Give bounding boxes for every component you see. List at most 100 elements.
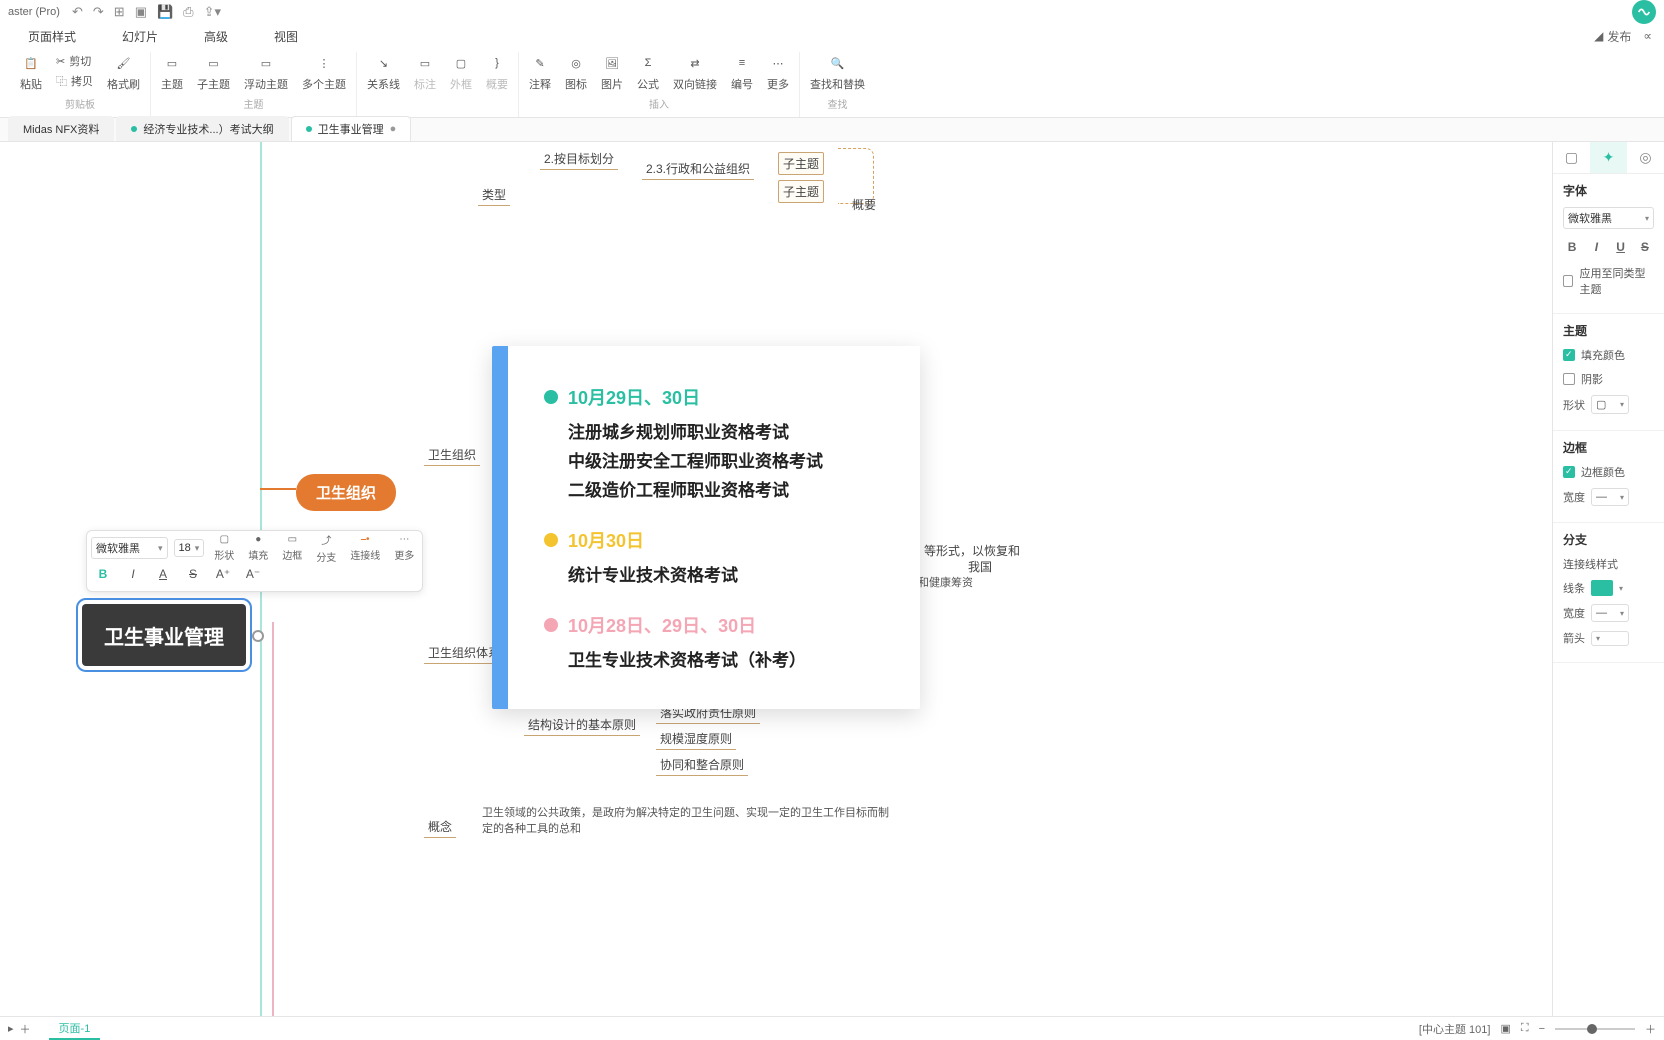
subtopic-button[interactable]: ▭子主题	[197, 52, 230, 92]
node-sub2[interactable]: 子主题	[778, 180, 824, 203]
fullscreen-icon[interactable]: ⛶	[1521, 1022, 1529, 1035]
node-org2[interactable]: 卫生组织	[424, 444, 480, 466]
print-icon[interactable]: ⎙	[183, 4, 193, 20]
doc-tabs: Midas NFX资料 经济专业技术...）考试大纲 卫生事业管理●	[0, 118, 1664, 142]
node-policy-concept[interactable]: 概念	[424, 816, 456, 838]
node-p4[interactable]: 协同和整合原则	[656, 754, 748, 776]
ribbon: 📋粘贴 ✂ 剪切 ⿻ 拷贝 🖌格式刷 剪贴板 ▭主题 ▭子主题 ▭浮动主题 ⋮多…	[0, 48, 1664, 118]
border-button[interactable]: ▢外框	[450, 52, 472, 92]
status-bar: ▸ ＋ 页面-1 [中心主题 101] ▣ ⛶ − ＋	[0, 1016, 1664, 1040]
topic-button[interactable]: ▭主题	[161, 52, 183, 92]
link-button[interactable]: ⇄双向链接	[673, 52, 717, 92]
root-node[interactable]: 卫生事业管理	[82, 604, 246, 666]
tab-exam[interactable]: 经济专业技术...）考试大纲	[116, 116, 288, 141]
panel-italic[interactable]: I	[1587, 237, 1605, 257]
save-icon[interactable]: 💾	[157, 4, 173, 20]
paste-button[interactable]: 📋粘贴	[20, 52, 42, 92]
node-sub1[interactable]: 子主题	[778, 152, 824, 175]
copy-button[interactable]: ⿻ 拷贝	[56, 72, 93, 90]
undo-icon[interactable]: ↶	[72, 4, 83, 20]
menu-icon[interactable]: ▸	[8, 1022, 14, 1035]
border-color-check[interactable]	[1563, 466, 1575, 478]
export-icon[interactable]: ⇪▾	[204, 4, 221, 20]
panel-underline[interactable]: U	[1612, 237, 1630, 257]
border-button2[interactable]: ▭边框	[278, 532, 306, 564]
size-down-button[interactable]: A⁻	[241, 562, 265, 586]
fill-check[interactable]	[1563, 349, 1575, 361]
zoom-slider[interactable]	[1555, 1028, 1635, 1030]
branch-button[interactable]: ⤴分支	[312, 530, 340, 566]
menu-advanced[interactable]: 高级	[204, 28, 228, 45]
format-painter-button[interactable]: 🖌格式刷	[107, 52, 140, 92]
panel-font-select[interactable]: 微软雅黑▾	[1563, 207, 1654, 229]
page-tab[interactable]: 页面-1	[49, 1018, 101, 1040]
node-p3[interactable]: 规模湿度原则	[656, 728, 736, 750]
exam-popup-card[interactable]: 10月29日、30日 注册城乡规划师职业资格考试 中级注册安全工程师职业资格考试…	[492, 346, 920, 709]
share-icon[interactable]: ∝	[1643, 29, 1652, 43]
view-mode-icon[interactable]: ▣	[1500, 1022, 1510, 1035]
app-title: aster (Pro)	[8, 6, 60, 18]
menu-slide[interactable]: 幻灯片	[122, 28, 158, 45]
label-button[interactable]: ▭标注	[414, 52, 436, 92]
node-by-target[interactable]: 2.按目标划分	[540, 148, 618, 170]
image-button[interactable]: 🖼图片	[601, 52, 623, 92]
line-color-swatch[interactable]	[1591, 580, 1613, 596]
node-health-org[interactable]: 卫生组织	[296, 474, 396, 511]
new-icon[interactable]: ⊞	[114, 4, 125, 20]
menu-bar: 页面样式 幻灯片 高级 视图 ◢ 发布 ∝	[0, 24, 1664, 48]
quick-access-toolbar: ↶ ↷ ⊞ ▣ 💾 ⎙ ⇪▾	[72, 4, 221, 20]
panel-tab-outline[interactable]: ▢	[1553, 142, 1590, 173]
arrow-select[interactable]: ▾	[1591, 631, 1629, 646]
italic-button[interactable]: I	[121, 562, 145, 586]
node-type[interactable]: 类型	[478, 184, 510, 206]
root-handle[interactable]	[252, 630, 264, 642]
panel-bold[interactable]: B	[1563, 237, 1581, 257]
bold-button[interactable]: B	[91, 562, 115, 586]
shape-select[interactable]: ▢ ▾	[1591, 395, 1629, 414]
size-up-button[interactable]: A⁺	[211, 562, 235, 586]
font-color-button[interactable]: A	[151, 562, 175, 586]
summary-button[interactable]: }概要	[486, 52, 508, 92]
font-size-select[interactable]: 18▾	[174, 539, 205, 557]
node-summary[interactable]: 概要	[848, 194, 880, 215]
panel-tab-style[interactable]: ✦	[1590, 142, 1627, 173]
node-principle[interactable]: 结构设计的基本原则	[524, 714, 640, 736]
find-replace-button[interactable]: 🔍查找和替换	[810, 52, 865, 92]
number-button[interactable]: ≡编号	[731, 52, 753, 92]
font-family-select[interactable]: 微软雅黑▾	[91, 537, 168, 559]
connector-button[interactable]: ⎯•连接线	[346, 532, 384, 564]
redo-icon[interactable]: ↷	[93, 4, 104, 20]
zoom-in-icon[interactable]: ＋	[1645, 1021, 1656, 1037]
multi-topic-button[interactable]: ⋮多个主题	[302, 52, 346, 92]
add-page-icon[interactable]: ＋	[20, 1021, 31, 1037]
shape-button[interactable]: ▢形状	[210, 532, 238, 564]
tab-midas[interactable]: Midas NFX资料	[8, 116, 114, 141]
panel-strike[interactable]: S	[1636, 237, 1654, 257]
relation-button[interactable]: ↘关系线	[367, 52, 400, 92]
branch-width-select[interactable]: — ▾	[1591, 604, 1629, 622]
menu-page-style[interactable]: 页面样式	[28, 28, 76, 45]
float-topic-button[interactable]: ▭浮动主题	[244, 52, 288, 92]
more-button[interactable]: ⋯更多	[767, 52, 789, 92]
shadow-check[interactable]	[1563, 373, 1575, 385]
floating-toolbar: 微软雅黑▾ 18▾ ▢形状 ●填充 ▭边框 ⤴分支 ⎯•连接线 ⋯更多 B I …	[86, 530, 423, 592]
fill-button[interactable]: ●填充	[244, 532, 272, 564]
apply-same-check[interactable]	[1563, 275, 1573, 287]
menu-view[interactable]: 视图	[274, 28, 298, 45]
open-icon[interactable]: ▣	[135, 4, 147, 20]
marker-button[interactable]: ◎图标	[565, 52, 587, 92]
mindmap-canvas[interactable]: 卫生事业管理 微软雅黑▾ 18▾ ▢形状 ●填充 ▭边框 ⤴分支 ⎯•连接线 ⋯…	[0, 142, 1552, 1016]
border-width-select[interactable]: — ▾	[1591, 488, 1629, 506]
publish-button[interactable]: ◢ 发布	[1594, 28, 1631, 45]
cut-button[interactable]: ✂ 剪切	[56, 52, 93, 70]
more-button2[interactable]: ⋯更多	[390, 532, 418, 564]
panel-tab-map[interactable]: ◎	[1627, 142, 1664, 173]
note-button[interactable]: ✎注释	[529, 52, 551, 92]
zoom-out-icon[interactable]: −	[1539, 1023, 1545, 1035]
logo-icon[interactable]	[1632, 0, 1656, 24]
tab-health[interactable]: 卫生事业管理●	[291, 116, 412, 141]
node-policy-txt: 卫生领域的公共政策，是政府为解决特定的卫生问题、实现一定的卫生工作目标而制定的各…	[478, 802, 898, 838]
node-admin[interactable]: 2.3.行政和公益组织	[642, 158, 754, 180]
strike-button[interactable]: S	[181, 562, 205, 586]
formula-button[interactable]: Σ公式	[637, 52, 659, 92]
